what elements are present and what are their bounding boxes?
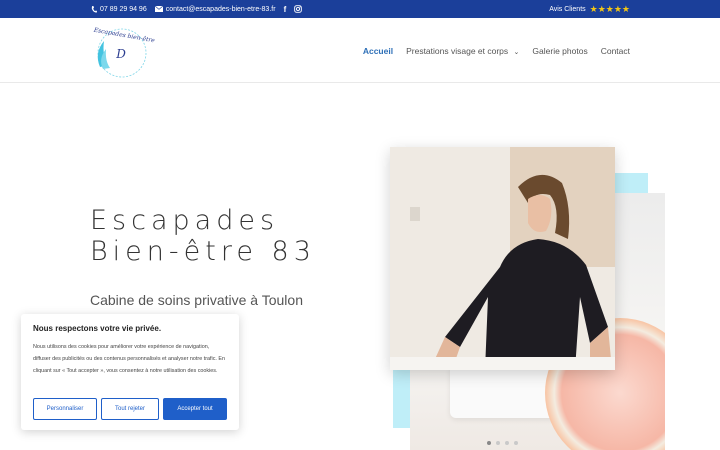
phone-link[interactable]: 07 89 29 94 96: [91, 5, 147, 13]
slider-dot[interactable]: [496, 441, 500, 445]
contact-info: 07 89 29 94 96 contact@escapades-bien-et…: [91, 0, 303, 18]
site-logo[interactable]: D Escapades bien-être: [90, 23, 156, 81]
cookie-title: Nous respectons votre vie privée.: [33, 324, 162, 333]
reviews-label: Avis Clients: [549, 5, 586, 13]
phone-number: 07 89 29 94 96: [100, 5, 147, 13]
hero-title-line1: Escapades: [90, 205, 280, 236]
slider-dot[interactable]: [487, 441, 491, 445]
reviews-link[interactable]: Avis Clients ★★★★★: [549, 0, 630, 18]
nav-item-prestations-label: Prestations visage et corps: [406, 45, 509, 56]
nav-item-prestations[interactable]: Prestations visage et corps ⌄: [406, 46, 519, 56]
accept-all-button[interactable]: Accepter tout: [163, 398, 227, 420]
cookie-description: Nous utilisons des cookies pour améliore…: [33, 344, 225, 374]
logo-emblem: D Escapades bien-être: [92, 27, 156, 78]
svg-text:Escapades bien-être: Escapades bien-être: [92, 27, 155, 45]
email-link[interactable]: contact@escapades-bien-etre-83.fr: [154, 5, 276, 13]
facebook-icon[interactable]: f: [284, 5, 287, 14]
hero-title-line2: Bien-être 83: [90, 236, 316, 267]
phone-icon: [91, 5, 97, 13]
nav-item-galerie[interactable]: Galerie photos: [532, 46, 587, 56]
therapist-photo: [390, 147, 615, 370]
envelope-icon: [154, 6, 163, 12]
cookie-consent-banner: Nous respectons votre vie privée. Nous u…: [21, 314, 239, 430]
site-header: D Escapades bien-être Accueil Prestation…: [0, 18, 720, 83]
reject-all-button[interactable]: Tout rejeter: [101, 398, 159, 420]
chevron-down-icon: ⌄: [513, 48, 520, 56]
email-address: contact@escapades-bien-etre-83.fr: [165, 5, 276, 13]
instagram-icon[interactable]: [294, 5, 303, 13]
slider-dot[interactable]: [514, 441, 518, 445]
main-nav: Accueil Prestations visage et corps ⌄ Ga…: [363, 18, 630, 83]
nav-item-accueil[interactable]: Accueil: [363, 46, 393, 56]
customize-button[interactable]: Personnaliser: [33, 398, 97, 420]
svg-text:D: D: [115, 47, 126, 61]
slider-dots: [487, 441, 518, 445]
towel-shape: [450, 363, 560, 418]
cookie-buttons: Personnaliser Tout rejeter Accepter tout: [33, 398, 227, 420]
rating-stars: ★★★★★: [589, 3, 630, 14]
nav-item-contact[interactable]: Contact: [601, 46, 630, 56]
hero-title: Escapades Bien-être 83: [90, 205, 316, 267]
page: 07 89 29 94 96 contact@escapades-bien-et…: [0, 0, 720, 450]
top-bar: 07 89 29 94 96 contact@escapades-bien-et…: [0, 0, 720, 18]
slider-dot[interactable]: [505, 441, 509, 445]
hero-subtitle: Cabine de soins privative à Toulon: [90, 292, 303, 308]
therapist-illustration: [390, 147, 615, 370]
